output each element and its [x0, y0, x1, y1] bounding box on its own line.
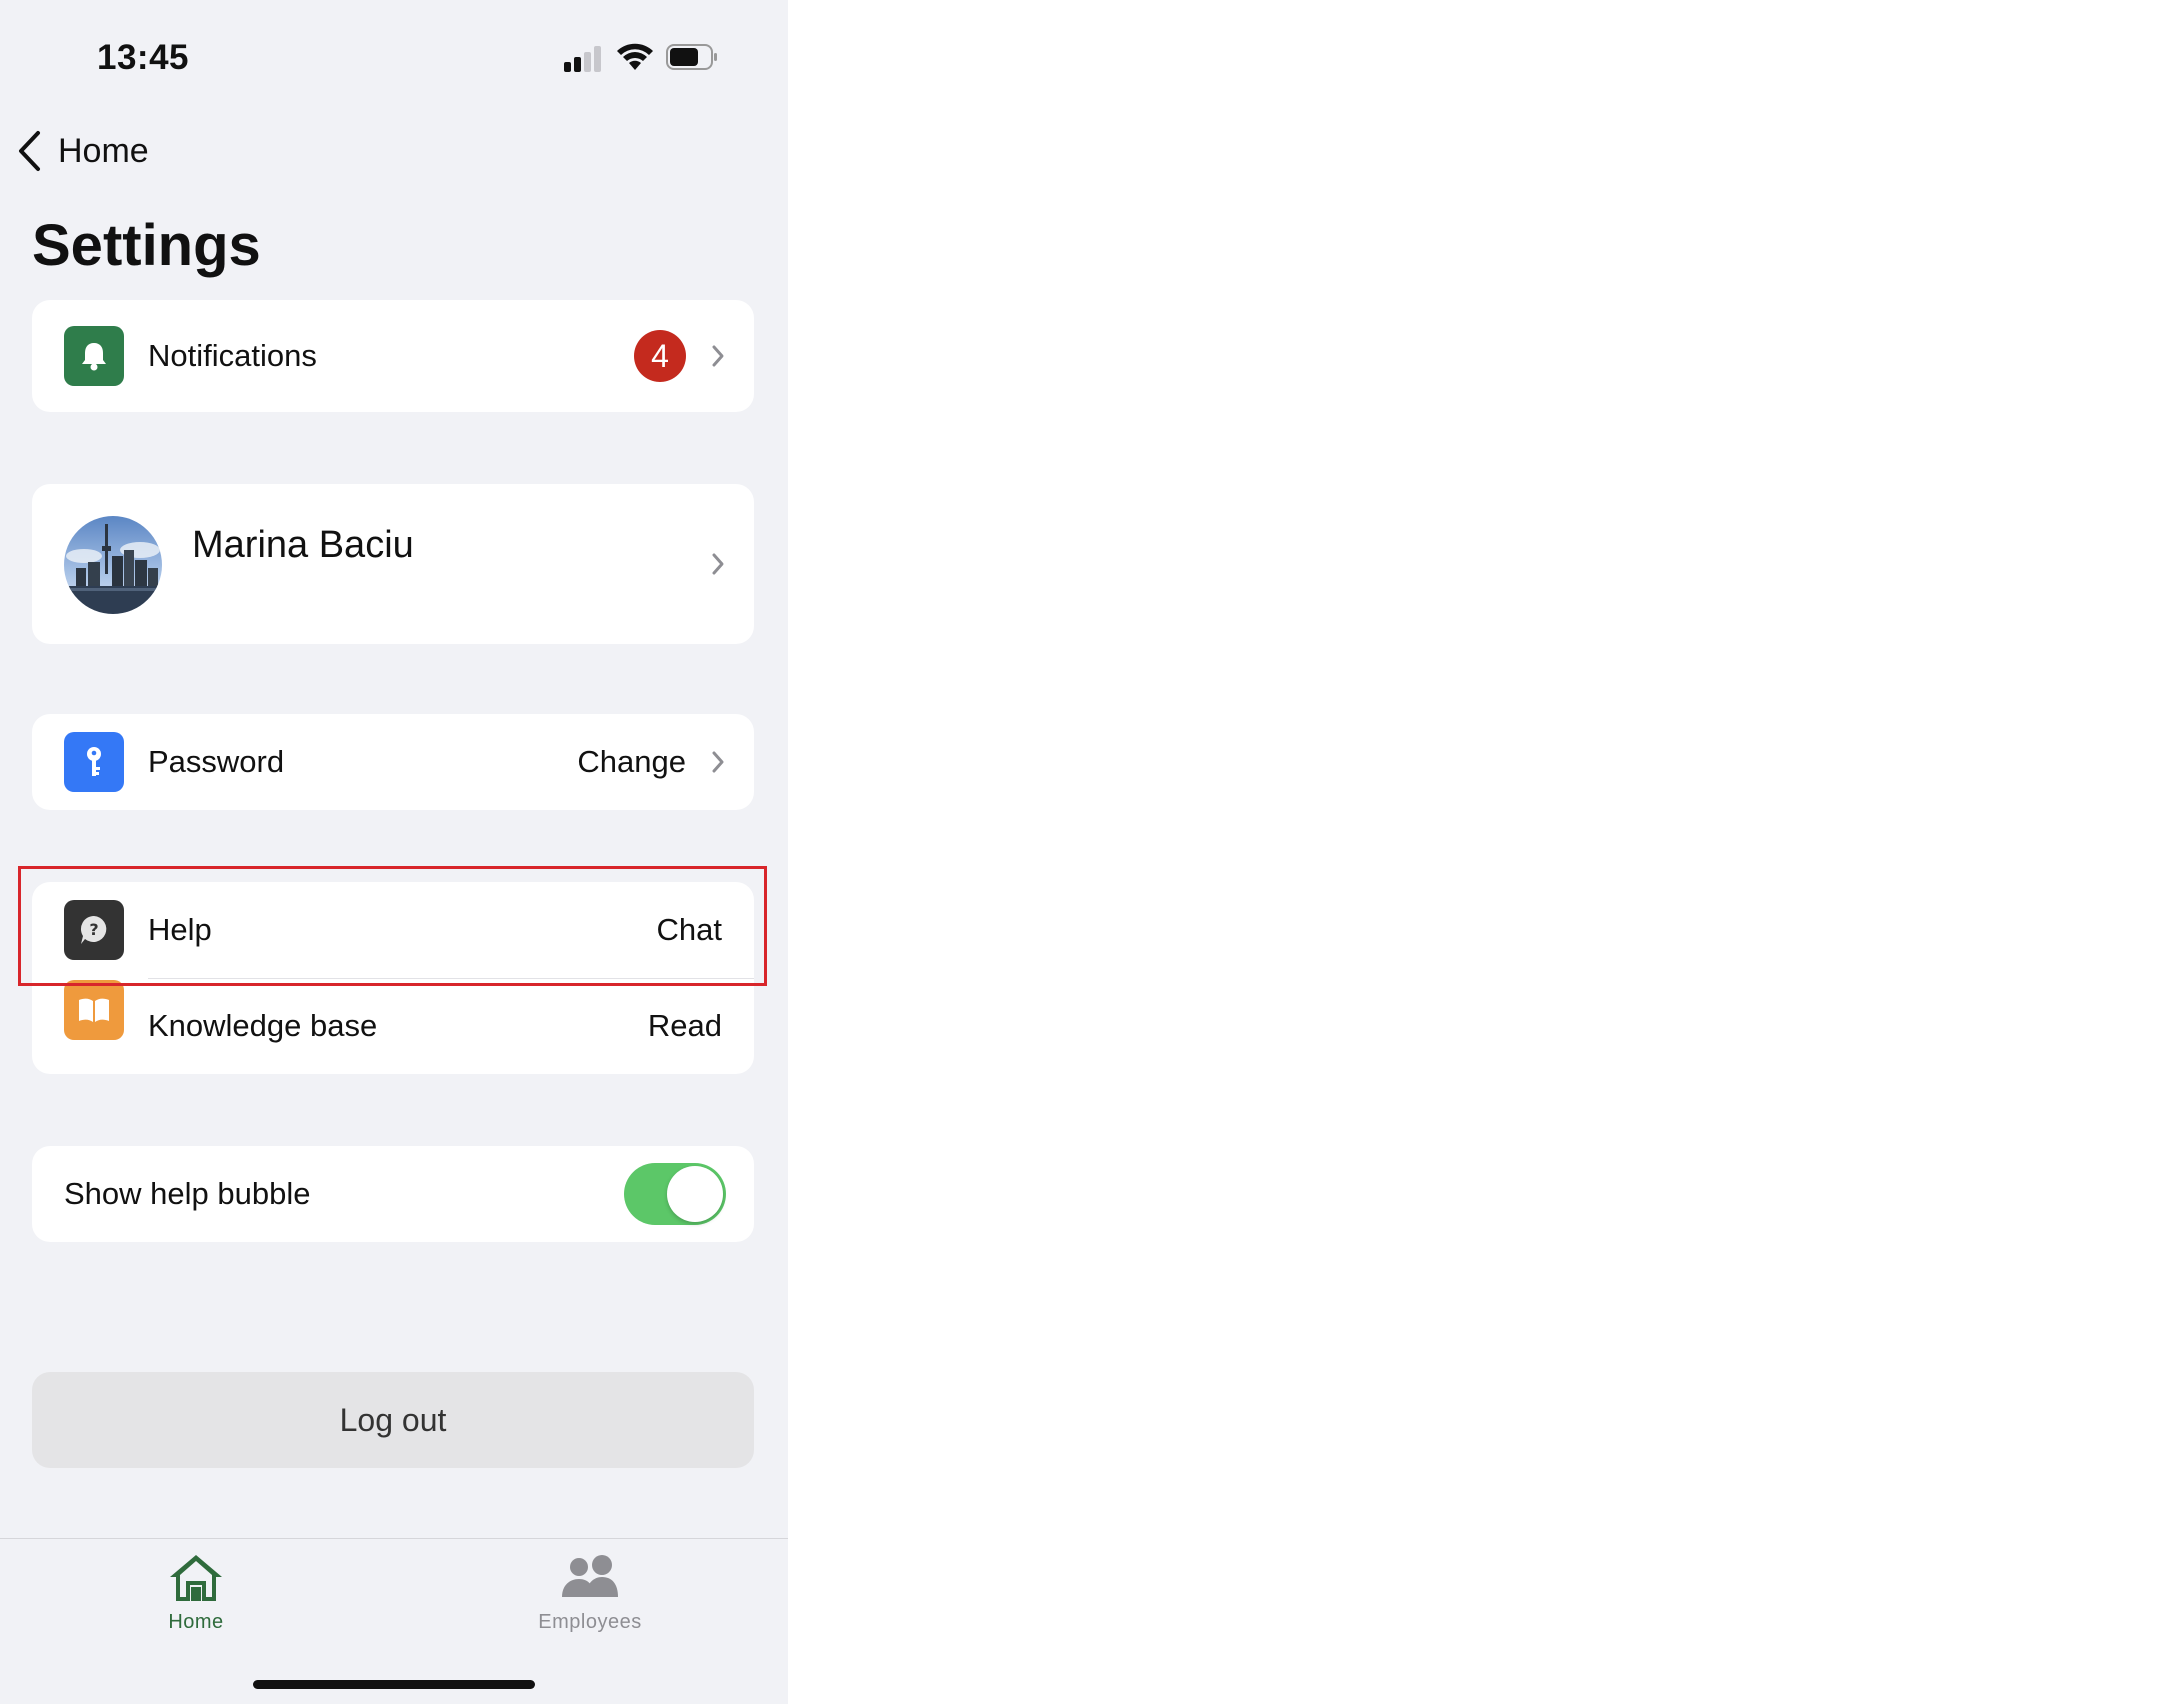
bell-icon: [64, 326, 124, 386]
notification-count-badge: 4: [634, 330, 686, 382]
knowledge-base-label: Knowledge base: [148, 1008, 378, 1043]
help-label: Help: [148, 912, 212, 947]
chevron-right-icon: [712, 751, 724, 773]
password-change-value: Change: [577, 744, 686, 779]
question-bubble-icon: ?: [64, 900, 124, 960]
key-icon: [64, 732, 124, 792]
profile-card[interactable]: Marina Baciu: [32, 484, 754, 644]
help-bubble-card: Show help bubble: [32, 1146, 754, 1242]
notifications-card: Notifications 4: [32, 300, 754, 412]
tab-home[interactable]: Home: [96, 1551, 296, 1634]
help-chat-value: Chat: [656, 912, 722, 947]
help-bubble-toggle[interactable]: [624, 1163, 726, 1225]
tab-employees-label: Employees: [538, 1611, 642, 1633]
phone-screen: 13:45 Home Settings Notifications 4 Mari…: [0, 0, 788, 1704]
page-title: Settings: [32, 213, 261, 278]
knowledge-base-row[interactable]: Knowledge base Read: [32, 978, 754, 1074]
notifications-row[interactable]: Notifications 4: [32, 300, 754, 412]
knowledge-base-read-value: Read: [647, 1008, 722, 1043]
back-label: Home: [58, 131, 149, 170]
tab-employees[interactable]: Employees: [490, 1551, 690, 1634]
help-bubble-label: Show help bubble: [64, 1176, 311, 1211]
password-label: Password: [148, 744, 285, 779]
wifi-icon: [617, 43, 653, 70]
cellular-signal-icon: [564, 44, 604, 72]
home-icon: [170, 1555, 222, 1601]
help-bubble-row: Show help bubble: [32, 1146, 754, 1242]
people-icon: [562, 1555, 618, 1597]
help-card: ? Help Chat Knowledge base Read: [32, 882, 754, 1074]
notifications-label: Notifications: [148, 338, 317, 373]
home-indicator: [253, 1680, 535, 1689]
back-button[interactable]: Home: [16, 128, 149, 174]
toggle-knob: [667, 1166, 723, 1222]
help-row[interactable]: ? Help Chat: [32, 882, 754, 978]
logout-button[interactable]: Log out: [32, 1372, 754, 1468]
chevron-right-icon: [712, 553, 724, 575]
password-card: Password Change: [32, 714, 754, 810]
password-row[interactable]: Password Change: [32, 714, 754, 810]
profile-name: Marina Baciu: [192, 524, 414, 566]
avatar: [64, 516, 162, 614]
book-icon: [64, 980, 124, 1040]
battery-icon: [666, 44, 717, 70]
chevron-left-icon: [19, 131, 40, 171]
chevron-right-icon: [712, 345, 724, 367]
tab-home-label: Home: [168, 1611, 224, 1633]
svg-text:?: ?: [89, 920, 98, 939]
status-time: 13:45: [97, 38, 190, 77]
blank-canvas: [788, 0, 2163, 1704]
